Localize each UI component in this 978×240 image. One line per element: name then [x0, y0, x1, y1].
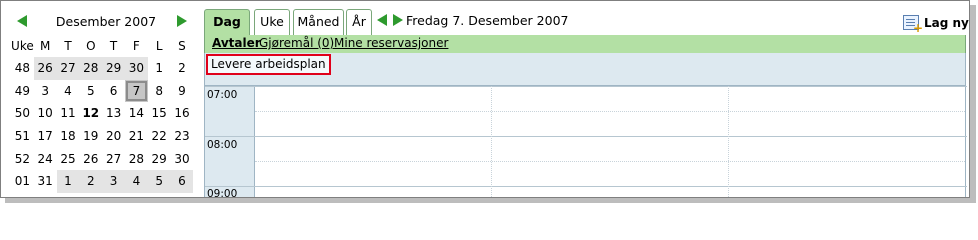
calendar-day[interactable]: 26: [79, 147, 103, 170]
new-document-icon: +: [903, 15, 923, 34]
window-shadow: [970, 5, 976, 201]
subtab-avtaler[interactable]: Avtaler: [212, 36, 261, 50]
calendar-day[interactable]: 28: [79, 57, 103, 80]
calendar-day[interactable]: 24: [33, 147, 57, 170]
time-slot[interactable]: [256, 187, 965, 197]
calendar-day[interactable]: 4: [124, 169, 148, 193]
calendar-day[interactable]: 29: [102, 57, 125, 80]
allday-event[interactable]: Levere arbeidsplan: [206, 54, 331, 75]
calendar-window: Desember 2007 Uke M T O T F L S 48 26 27…: [0, 0, 970, 198]
calendar-day[interactable]: 2: [79, 169, 103, 193]
calendar-day[interactable]: 30: [170, 147, 194, 170]
weekday-header: O: [86, 39, 96, 53]
calendar-day[interactable]: 6: [170, 169, 194, 193]
calendar-day[interactable]: 10: [33, 102, 57, 125]
calendar-day-selected[interactable]: 7: [124, 79, 148, 103]
calendar-day[interactable]: 6: [102, 79, 125, 103]
calendar-day[interactable]: 23: [170, 124, 194, 148]
previous-day-icon[interactable]: [377, 14, 387, 26]
new-entry-label: Lag ny: [924, 16, 969, 30]
tab-uke[interactable]: Uke: [254, 9, 290, 35]
calendar-day[interactable]: 16: [170, 102, 194, 125]
tab-ar[interactable]: År: [346, 9, 372, 35]
subtab-bar: Avtaler Gjøremål (0) Mine reservasjoner: [204, 35, 966, 53]
calendar-day[interactable]: 27: [56, 57, 80, 80]
time-label: 09:00: [207, 188, 238, 198]
subtab-gjoremal[interactable]: Gjøremål (0): [259, 36, 334, 50]
calendar-day[interactable]: 27: [102, 147, 125, 170]
tab-dag[interactable]: Dag: [204, 9, 250, 36]
tab-maned[interactable]: Måned: [293, 9, 344, 35]
calendar-day[interactable]: 15: [147, 102, 171, 125]
weekday-header: T: [109, 39, 118, 53]
calendar-day[interactable]: 22: [147, 124, 171, 148]
time-slot[interactable]: [256, 137, 965, 186]
calendar-day[interactable]: 1: [56, 169, 80, 193]
previous-month-icon[interactable]: [17, 15, 27, 27]
calendar-day[interactable]: 5: [147, 169, 171, 193]
calendar-day[interactable]: 21: [124, 124, 148, 148]
next-month-icon[interactable]: [177, 15, 187, 27]
weekday-header: T: [64, 39, 72, 53]
weekday-header: S: [178, 39, 186, 53]
weekday-header: L: [155, 39, 163, 53]
calendar-day[interactable]: 4: [56, 79, 80, 103]
weekday-header: F: [132, 39, 140, 53]
calendar-day[interactable]: 28: [124, 147, 148, 170]
allday-area: Levere arbeidsplan: [204, 53, 966, 86]
week-number[interactable]: 52: [11, 147, 34, 170]
week-column-header: Uke: [11, 39, 34, 53]
calendar-day[interactable]: 26: [33, 57, 57, 80]
calendar-day[interactable]: 14: [124, 102, 148, 125]
calendar-day[interactable]: 5: [79, 79, 103, 103]
mini-calendar-grid: Uke M T O T F L S 48 26 27 28 29 30 1 2: [11, 35, 194, 193]
calendar-day[interactable]: 3: [102, 169, 125, 193]
week-number[interactable]: 01: [11, 170, 34, 193]
calendar-day[interactable]: 11: [56, 102, 80, 125]
time-label: 07:00: [207, 89, 238, 101]
calendar-day[interactable]: 2: [170, 57, 194, 80]
week-number[interactable]: 50: [11, 102, 34, 125]
calendar-day[interactable]: 29: [147, 147, 171, 170]
next-day-icon[interactable]: [393, 14, 403, 26]
calendar-day[interactable]: 9: [170, 79, 194, 103]
week-number[interactable]: 49: [11, 80, 34, 103]
calendar-day[interactable]: 8: [147, 79, 171, 103]
week-number[interactable]: 51: [11, 125, 34, 148]
week-number[interactable]: 48: [11, 57, 34, 80]
calendar-day[interactable]: 25: [56, 147, 80, 170]
calendar-day[interactable]: 30: [124, 57, 148, 80]
time-label: 08:00: [207, 139, 238, 151]
calendar-day[interactable]: 19: [79, 124, 103, 148]
mini-calendar-header: Desember 2007: [11, 7, 193, 35]
calendar-day[interactable]: 1: [147, 57, 171, 80]
window-shadow: [5, 198, 976, 203]
subtab-mine-reservasjoner[interactable]: Mine reservasjoner: [334, 36, 448, 50]
calendar-day-today[interactable]: 12: [79, 102, 103, 125]
time-slot[interactable]: [256, 87, 965, 136]
calendar-day[interactable]: 20: [102, 124, 125, 148]
calendar-day[interactable]: 3: [33, 79, 57, 103]
weekday-header: M: [40, 39, 51, 53]
calendar-day[interactable]: 17: [33, 124, 57, 148]
day-time-grid: 07:00 08:00 09:00: [204, 86, 967, 198]
current-date-label: Fredag 7. Desember 2007: [406, 13, 569, 28]
calendar-day[interactable]: 18: [56, 124, 80, 148]
calendar-day[interactable]: 13: [102, 102, 125, 125]
calendar-day[interactable]: 31: [33, 169, 57, 193]
mini-calendar-title: Desember 2007: [55, 14, 157, 29]
